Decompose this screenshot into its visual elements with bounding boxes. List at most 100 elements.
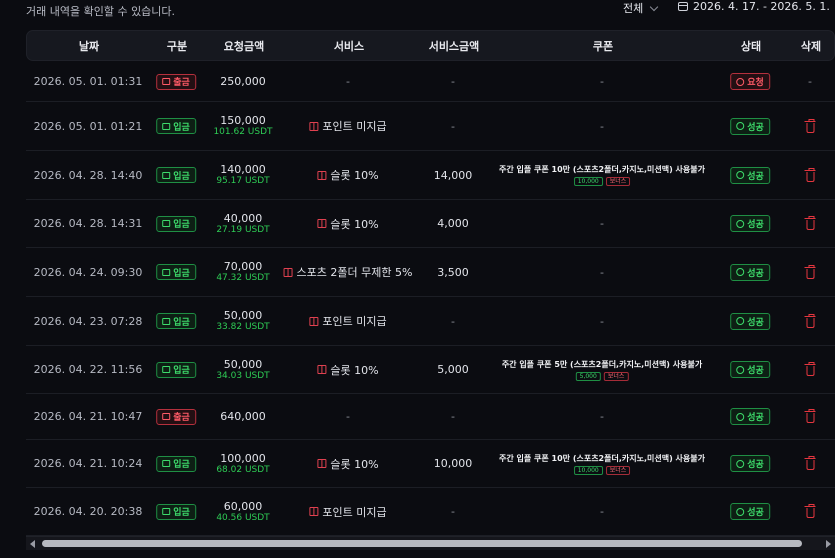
cell-delete	[804, 200, 816, 247]
cell-date: 2026. 04. 22. 11:56	[34, 346, 143, 393]
cell-delete	[804, 151, 816, 199]
type-label: 입금	[173, 268, 190, 279]
usdt-amount: 95.17 USDT	[216, 176, 270, 186]
cell-service-amount: 5,000	[437, 346, 469, 393]
cell-coupon: -	[600, 102, 604, 150]
cell-coupon: -	[600, 488, 604, 535]
table-row: 2026. 05. 01. 01:31 출금 250,000 - - - 요청 -	[26, 62, 835, 102]
cell-service: -	[346, 394, 350, 439]
type-filter-dropdown[interactable]: 전체	[623, 0, 659, 16]
cell-date: 2026. 04. 20. 20:38	[34, 488, 143, 535]
date-text: 2026. 04. 20. 20:38	[33, 505, 143, 518]
cell-type: 입금	[156, 248, 196, 296]
coupon-tags: 10,000 보너스	[573, 465, 631, 475]
check-circle-icon	[736, 507, 745, 516]
cell-type: 입금	[156, 200, 196, 247]
status-badge: 성공	[730, 503, 770, 520]
service-label: 포인트 미지급	[309, 504, 387, 520]
coupon-text: -	[600, 265, 604, 279]
cell-status: 성공	[730, 248, 770, 296]
cell-delete	[804, 346, 816, 393]
usdt-amount: 40.56 USDT	[216, 512, 270, 523]
table-row: 2026. 04. 22. 11:56 입금 50,000 34.03 USDT 슬롯 …	[26, 346, 835, 394]
cell-type: 입금	[156, 440, 196, 487]
cell-coupon: -	[600, 200, 604, 247]
table-row: 2026. 04. 23. 07:28 입금 50,000 33.82 USDT 포인트…	[26, 297, 835, 346]
scroll-left-icon[interactable]	[30, 540, 35, 548]
service-amount-text: 14,000	[433, 168, 473, 182]
table-row: 2026. 04. 20. 20:38 입금 60,000 40.56 USDT 포인트…	[26, 488, 835, 536]
wallet-icon	[162, 122, 171, 130]
cell-date: 2026. 04. 28. 14:31	[34, 200, 143, 247]
scroll-right-icon[interactable]	[826, 540, 831, 548]
cell-coupon: 주간 입플 쿠폰 10만 (스포츠2폴더,카지노,미션맥) 사용불가 10,000…	[499, 151, 705, 199]
trash-icon[interactable]	[804, 504, 816, 518]
gift-icon	[317, 365, 327, 374]
cell-status: 성공	[730, 440, 770, 487]
coupon-tag: 10,000	[573, 465, 603, 475]
trash-icon[interactable]	[804, 409, 816, 423]
trash-icon[interactable]	[804, 456, 816, 470]
date-text: 2026. 04. 21. 10:24	[33, 457, 143, 470]
service-label: 스포츠 2폴더 무제한 5%	[283, 264, 412, 280]
date-range-picker[interactable]: 2026. 4. 17. - 2026. 5. 1.	[678, 0, 830, 13]
calendar-icon	[678, 2, 688, 11]
cell-amount: 50,000 33.82 USDT	[216, 297, 269, 345]
cell-type: 입금	[156, 102, 196, 150]
cell-coupon: -	[600, 62, 604, 101]
wallet-icon	[162, 366, 171, 373]
trash-icon[interactable]	[804, 216, 816, 230]
check-circle-icon	[736, 317, 745, 325]
coupon-tags: 5,000 보너스	[575, 371, 629, 381]
coupon-text: -	[600, 119, 604, 133]
service-label: 포인트 미지급	[309, 313, 387, 329]
amount-text: 640,000	[220, 410, 266, 423]
type-badge: 입금	[156, 313, 196, 329]
trash-icon[interactable]	[804, 118, 816, 133]
cell-service-amount: -	[451, 102, 455, 150]
cell-service: 포인트 미지급	[309, 102, 387, 150]
cell-type: 출금	[156, 394, 196, 439]
cell-status: 성공	[730, 151, 770, 199]
cell-date: 2026. 04. 28. 14:40	[34, 151, 143, 199]
trash-icon[interactable]	[804, 313, 816, 328]
cell-service: 포인트 미지급	[309, 297, 387, 345]
cell-service-amount: -	[451, 488, 455, 535]
type-badge: 입금	[156, 361, 196, 378]
cell-delete	[804, 248, 816, 296]
amount-text: 140,000	[220, 163, 266, 176]
type-badge: 입금	[156, 455, 196, 472]
trash-icon[interactable]	[804, 264, 816, 279]
coupon-tag: 보너스	[605, 177, 631, 186]
date-text: 2026. 05. 01. 01:21	[33, 119, 143, 133]
cell-type: 출금	[156, 62, 196, 101]
service-label: 슬롯 10%	[317, 362, 379, 378]
status-badge: 성공	[730, 215, 770, 232]
cell-coupon: -	[600, 248, 604, 296]
page-caption: 거래 내역을 확인할 수 있습니다.	[26, 5, 176, 18]
date-text: 2026. 05. 01. 01:31	[33, 75, 143, 88]
service-amount-text: -	[451, 410, 455, 423]
cell-service-amount: 14,000	[434, 151, 473, 199]
trash-icon[interactable]	[804, 362, 816, 376]
type-filter-label: 전체	[623, 2, 644, 15]
status-label: 성공	[747, 171, 764, 182]
horizontal-scrollbar[interactable]	[26, 536, 835, 550]
status-label: 성공	[747, 268, 764, 279]
type-label: 입금	[173, 366, 190, 376]
service-amount-text: 10,000	[433, 457, 473, 470]
type-label: 입금	[173, 460, 190, 470]
cell-coupon: -	[600, 394, 604, 439]
cell-delete	[804, 102, 816, 150]
trash-icon[interactable]	[804, 167, 816, 182]
status-badge: 성공	[730, 117, 770, 135]
usdt-amount: 27.19 USDT	[216, 224, 270, 235]
scrollbar-thumb[interactable]	[42, 540, 802, 547]
status-badge: 성공	[730, 312, 770, 330]
refresh-icon	[736, 77, 745, 86]
coupon-info: 주간 입플 쿠폰 5만 (스포츠2폴더,카지노,미션맥) 사용불가 5,000 보너…	[502, 359, 702, 381]
amount-text: 100,000	[220, 451, 266, 465]
status-label: 성공	[747, 508, 764, 518]
coupon-text: -	[600, 505, 604, 518]
chevron-down-icon	[650, 2, 659, 11]
